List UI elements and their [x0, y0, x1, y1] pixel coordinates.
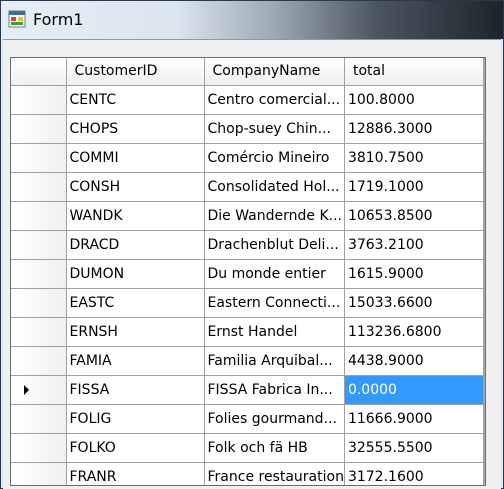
row-header[interactable]	[11, 201, 67, 231]
cell-company-name[interactable]: France restauration	[204, 462, 345, 485]
cell-total[interactable]: 0.0000	[344, 375, 484, 405]
cell-company-name[interactable]: Folk och fä HB	[204, 433, 345, 463]
row-header[interactable]	[11, 462, 67, 485]
cell-company-name[interactable]: Die Wandernde K...	[204, 201, 345, 231]
cell-total[interactable]: 1719.1000	[344, 172, 484, 202]
cell-company-name[interactable]: Eastern Connecti...	[204, 288, 345, 318]
row-header[interactable]	[11, 433, 67, 463]
table-row[interactable]: COMMI Comércio Mineiro 3810.7500	[11, 143, 484, 173]
table-row[interactable]: WANDK Die Wandernde K... 10653.8500	[11, 201, 484, 231]
table-row[interactable]: DUMON Du monde entier 1615.9000	[11, 259, 484, 289]
cell-company-name[interactable]: Drachenblut Deli...	[204, 230, 345, 260]
table-row[interactable]: CONSH Consolidated Hol... 1719.1000	[11, 172, 484, 202]
form-icon	[8, 10, 26, 28]
row-header[interactable]	[11, 346, 67, 376]
table-row[interactable]: FAMIA Familia Arquibal... 4438.9000	[11, 346, 484, 376]
cell-total[interactable]: 3172.1600	[344, 462, 484, 485]
cell-total[interactable]: 100.8000	[344, 85, 484, 115]
row-header[interactable]	[11, 288, 67, 318]
cell-total[interactable]: 12886.3000	[344, 114, 484, 144]
cell-company-name[interactable]: Centro comercial...	[204, 85, 345, 115]
row-header[interactable]	[11, 230, 67, 260]
cell-customer-id[interactable]: DRACD	[66, 230, 205, 260]
current-row-arrow-icon	[24, 384, 29, 395]
cell-customer-id[interactable]: CHOPS	[66, 114, 205, 144]
top-left-header-cell[interactable]	[11, 58, 67, 86]
cell-company-name[interactable]: Ernst Handel	[204, 317, 345, 347]
cell-total[interactable]: 3810.7500	[344, 143, 484, 173]
cell-total[interactable]: 4438.9000	[344, 346, 484, 376]
column-header-total[interactable]: total	[344, 58, 484, 86]
cell-total[interactable]: 15033.6600	[344, 288, 484, 318]
header-row: CustomerID CompanyName total	[11, 58, 484, 86]
window-title: Form1	[33, 10, 84, 29]
cell-company-name[interactable]: Chop-suey Chin...	[204, 114, 345, 144]
table-row[interactable]: FOLKO Folk och fä HB 32555.5500	[11, 433, 484, 463]
cell-customer-id[interactable]: ERNSH	[66, 317, 205, 347]
row-header[interactable]	[11, 404, 67, 434]
cell-customer-id[interactable]: FOLIG	[66, 404, 205, 434]
cell-total[interactable]: 113236.6800	[344, 317, 484, 347]
cell-company-name[interactable]: Consolidated Hol...	[204, 172, 345, 202]
data-grid-view[interactable]: CustomerID CompanyName total CENTC Centro…	[10, 57, 486, 486]
cell-total[interactable]: 10653.8500	[344, 201, 484, 231]
cell-customer-id[interactable]: WANDK	[66, 201, 205, 231]
form-client-area: CustomerID CompanyName total CENTC Centro…	[3, 39, 501, 489]
column-header-customerid[interactable]: CustomerID	[66, 58, 205, 86]
cell-customer-id[interactable]: FOLKO	[66, 433, 205, 463]
row-header[interactable]	[11, 259, 67, 289]
row-header[interactable]	[11, 172, 67, 202]
cell-customer-id[interactable]: FRANR	[66, 462, 205, 485]
row-header[interactable]	[11, 375, 67, 405]
column-header-companyname[interactable]: CompanyName	[204, 58, 345, 86]
cell-company-name[interactable]: Folies gourmand...	[204, 404, 345, 434]
row-header[interactable]	[11, 114, 67, 144]
cell-customer-id[interactable]: FAMIA	[66, 346, 205, 376]
cell-total[interactable]: 11666.9000	[344, 404, 484, 434]
application-window: Form1 CustomerID CompanyName total CENTC…	[0, 0, 504, 489]
title-bar[interactable]: Form1	[1, 1, 503, 39]
table-row[interactable]: FISSA FISSA Fabrica In... 0.0000	[11, 375, 484, 405]
table-row[interactable]: CHOPS Chop-suey Chin... 12886.3000	[11, 114, 484, 144]
cell-customer-id[interactable]: EASTC	[66, 288, 205, 318]
cell-customer-id[interactable]: FISSA	[66, 375, 205, 405]
cell-customer-id[interactable]: DUMON	[66, 259, 205, 289]
cell-customer-id[interactable]: CENTC	[66, 85, 205, 115]
cell-customer-id[interactable]: CONSH	[66, 172, 205, 202]
table-row[interactable]: ERNSH Ernst Handel 113236.6800	[11, 317, 484, 347]
cell-customer-id[interactable]: COMMI	[66, 143, 205, 173]
cell-company-name[interactable]: Comércio Mineiro	[204, 143, 345, 173]
cell-company-name[interactable]: FISSA Fabrica In...	[204, 375, 345, 405]
table-row[interactable]: FOLIG Folies gourmand... 11666.9000	[11, 404, 484, 434]
cell-total[interactable]: 3763.2100	[344, 230, 484, 260]
cell-company-name[interactable]: Familia Arquibal...	[204, 346, 345, 376]
table-row[interactable]: EASTC Eastern Connecti... 15033.6600	[11, 288, 484, 318]
grid-table: CustomerID CompanyName total CENTC Centro…	[11, 58, 484, 485]
row-header[interactable]	[11, 317, 67, 347]
table-row[interactable]: FRANR France restauration 3172.1600	[11, 462, 484, 485]
cell-total[interactable]: 32555.5500	[344, 433, 484, 463]
row-header[interactable]	[11, 143, 67, 173]
table-row[interactable]: CENTC Centro comercial... 100.8000	[11, 85, 484, 115]
row-header[interactable]	[11, 85, 67, 115]
grid-body: CENTC Centro comercial... 100.8000 CHOPS Cho…	[11, 85, 484, 485]
cell-total[interactable]: 1615.9000	[344, 259, 484, 289]
table-row[interactable]: DRACD Drachenblut Deli... 3763.2100	[11, 230, 484, 260]
cell-company-name[interactable]: Du monde entier	[204, 259, 345, 289]
